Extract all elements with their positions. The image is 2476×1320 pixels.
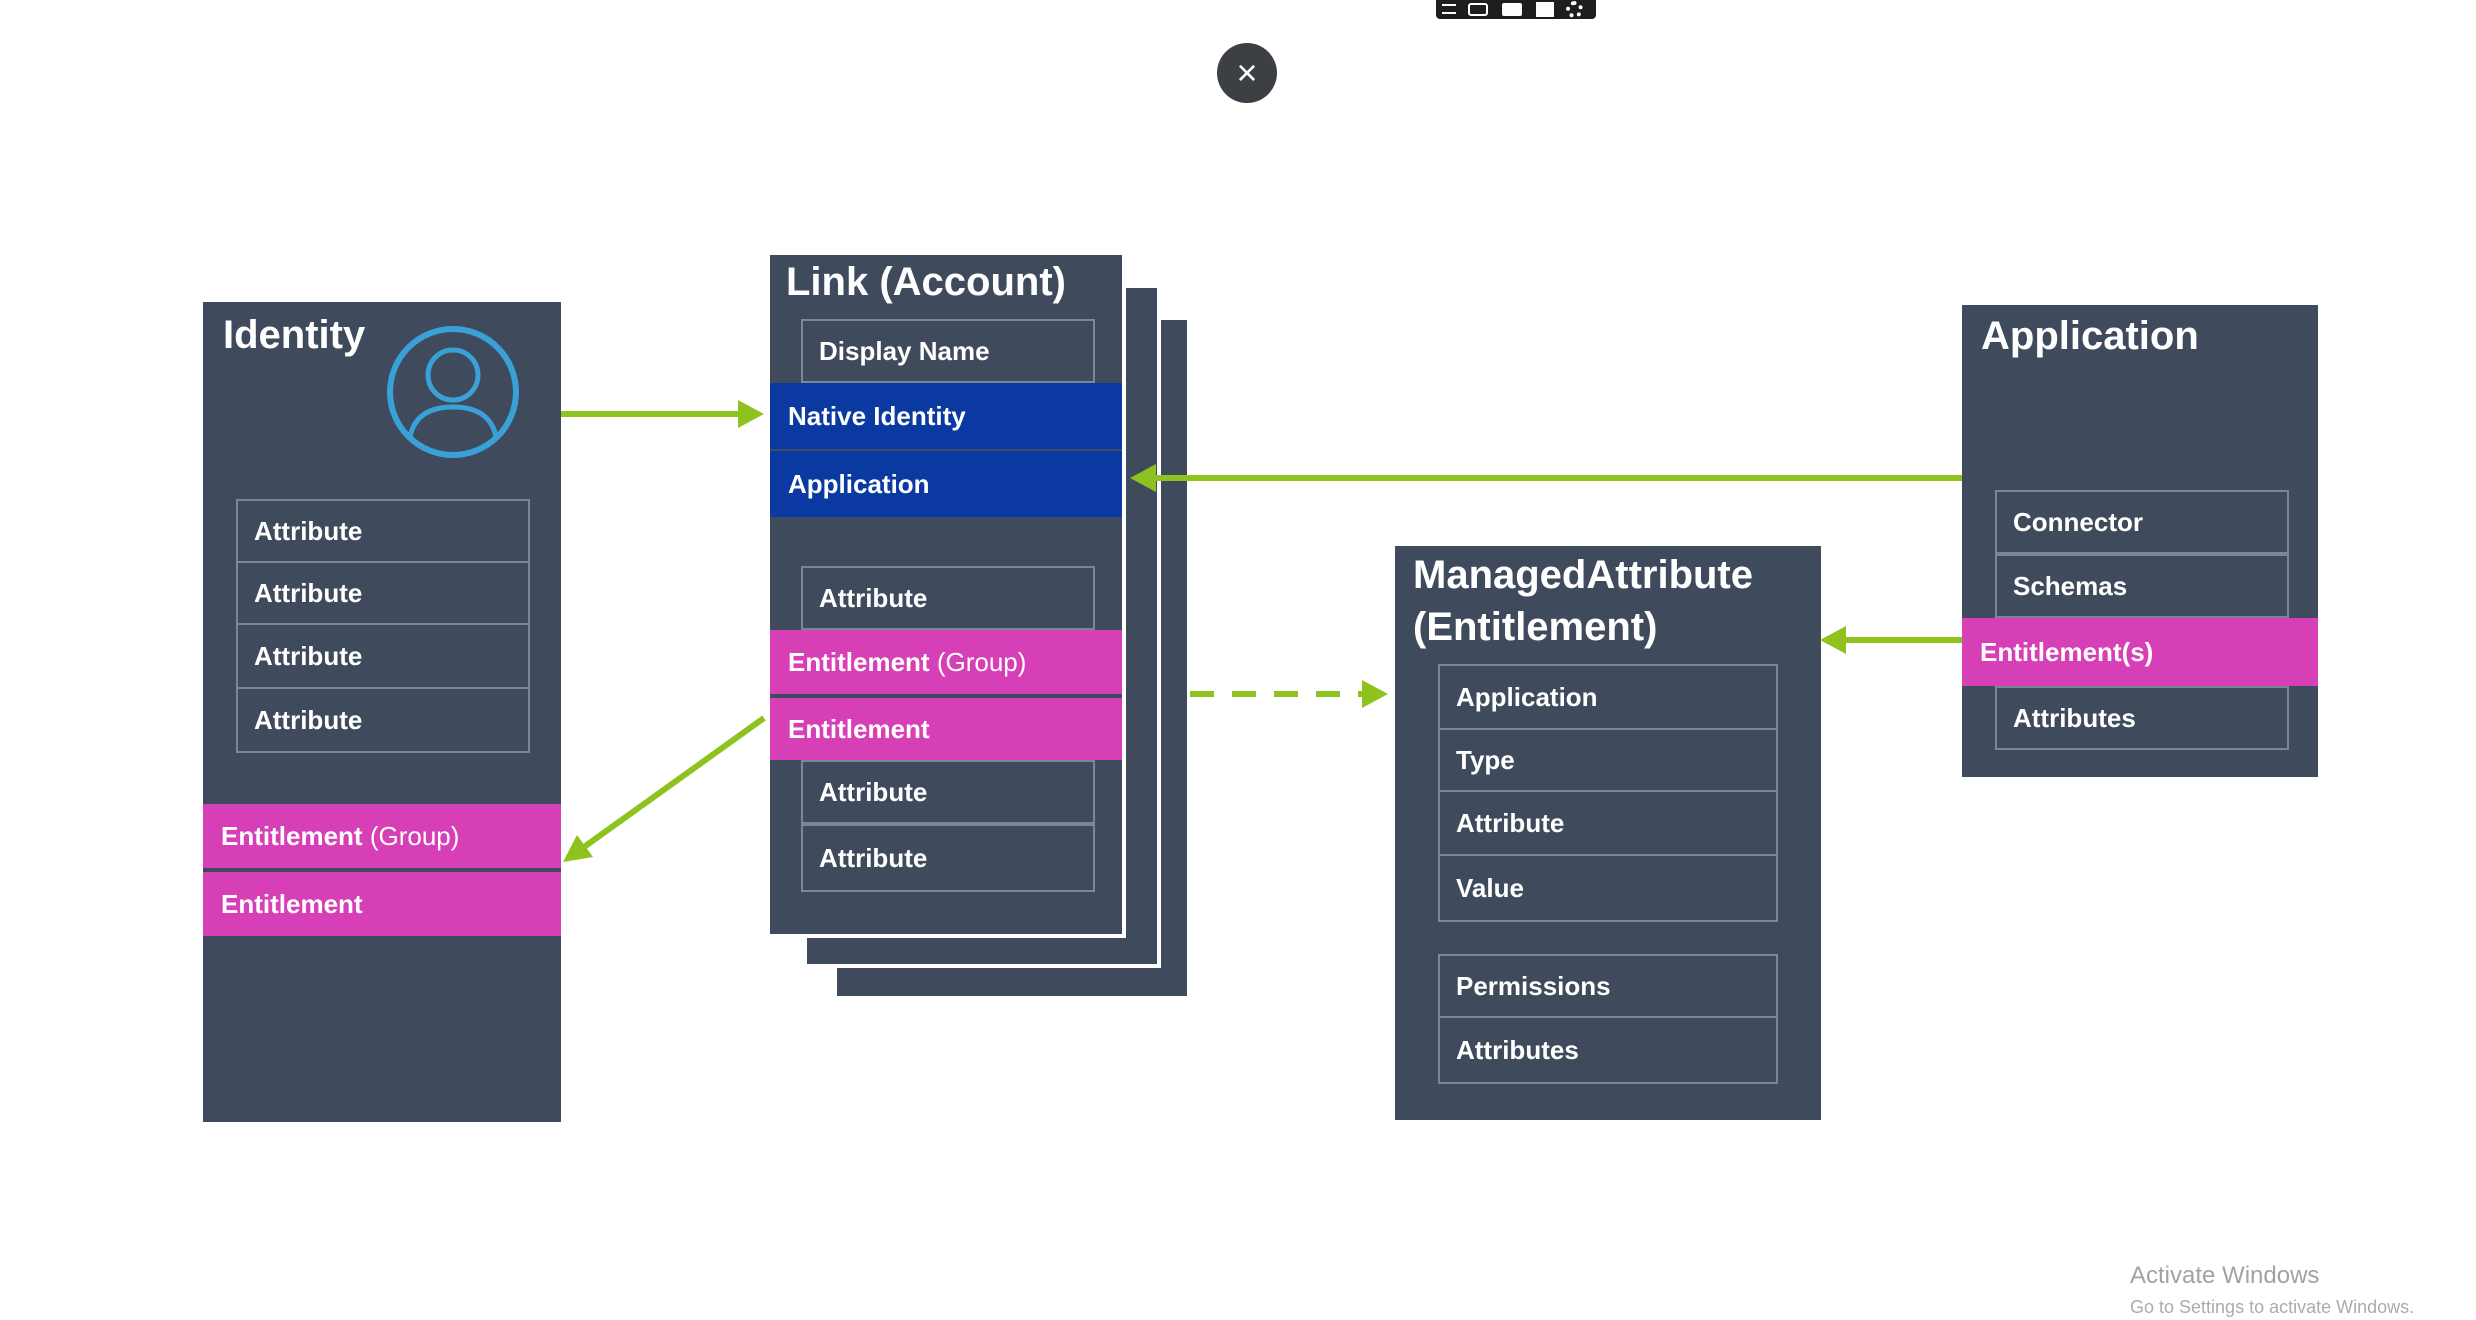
arrow-link-to-identity-entitlement-head <box>563 835 593 862</box>
arrow-link-to-managed-attribute-head <box>1362 680 1388 708</box>
arrow-application-to-link-head <box>1130 464 1156 492</box>
relationship-arrows <box>561 400 1962 862</box>
arrow-application-to-managed-attribute-head <box>1820 626 1846 654</box>
activate-windows-title: Activate Windows <box>2130 1262 2320 1289</box>
activate-windows-subtitle: Go to Settings to activate Windows. <box>2130 1297 2415 1317</box>
arrow-link-to-identity-entitlement <box>582 715 766 850</box>
arrow-identity-to-link-head <box>738 400 764 428</box>
